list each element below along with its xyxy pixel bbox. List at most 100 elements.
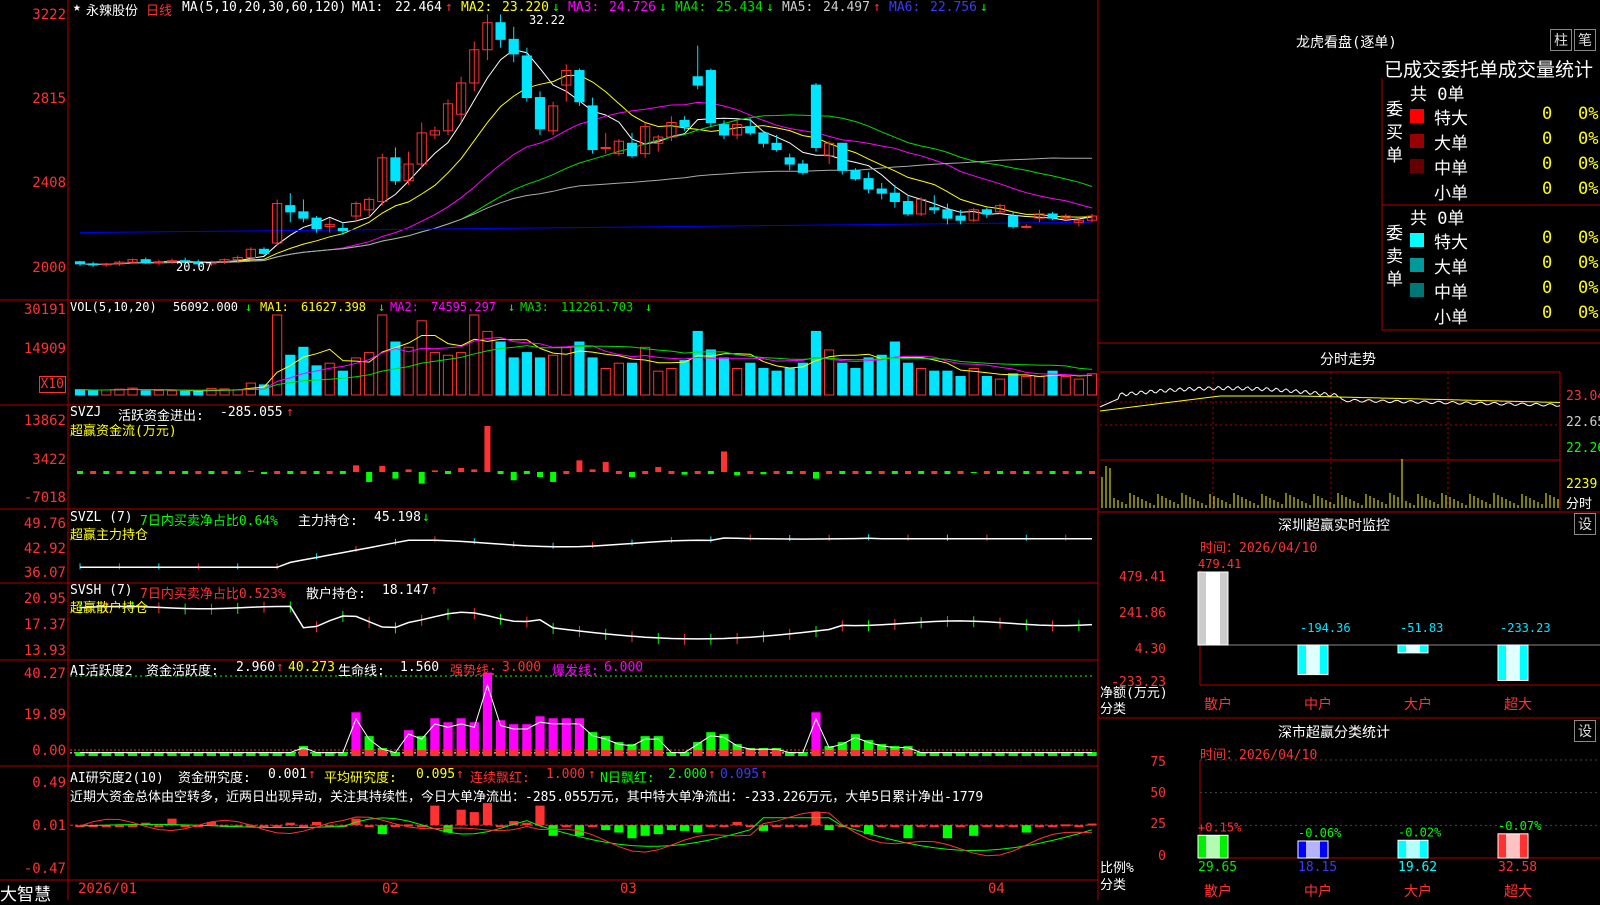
svzl-title: SVZL (7) — [70, 510, 133, 525]
buy-percent: 0% — [1578, 154, 1599, 174]
activity-base — [430, 750, 440, 756]
research-bar — [903, 825, 913, 839]
volume-bar — [298, 346, 309, 396]
svzl-subtitle: 超赢主力持仓 — [70, 528, 149, 543]
research-bar — [1034, 825, 1045, 828]
volume-bar — [902, 362, 914, 396]
stock-name[interactable]: 永辣股份 — [86, 0, 138, 19]
flow-dash — [182, 471, 189, 474]
flow-bar — [247, 470, 254, 472]
ai1-tick: 19.89 — [23, 707, 66, 723]
flow-bar — [484, 426, 491, 472]
activity-base — [745, 750, 755, 756]
volume-bar — [574, 341, 585, 396]
sell-percent: 0% — [1578, 278, 1599, 298]
candle-body — [337, 228, 348, 232]
volume-bar — [548, 354, 559, 396]
flow-dash — [129, 471, 136, 474]
candle-body — [508, 38, 519, 55]
ai2-arrow1: ↑ — [308, 767, 316, 782]
flow-dash — [1062, 471, 1069, 474]
favorite-star-icon[interactable]: ★ — [73, 0, 81, 15]
candle-body — [889, 192, 900, 202]
flow-dash — [891, 471, 898, 474]
vol-ma1-label: MA1: — [260, 300, 289, 314]
svsh-tick: 20.95 — [23, 591, 66, 607]
candle-body — [955, 215, 966, 221]
volume-bar — [429, 352, 440, 396]
right-panel-title: 龙虎看盘(逐单) — [1296, 35, 1397, 51]
candle-body — [285, 205, 296, 213]
tick-mode-button[interactable]: 笔 — [1574, 29, 1596, 51]
sz-class-settings-button[interactable]: 设 — [1574, 720, 1596, 742]
activity-base — [482, 750, 493, 756]
research-bar — [482, 803, 493, 826]
ma5-arrow: ↑ — [873, 0, 881, 15]
research-bar — [706, 825, 716, 828]
ai1-value3: 3.000 — [502, 660, 542, 675]
research-bar — [561, 825, 571, 828]
ai2-value1: 0.001 — [268, 767, 308, 782]
candle-body — [74, 261, 86, 265]
research-bar — [877, 825, 887, 828]
intraday-tick: 23.04 — [1566, 389, 1600, 404]
flow-dash — [707, 471, 714, 474]
vol-title: VOL(5,10,20) — [70, 300, 157, 314]
volume-bar — [640, 346, 651, 396]
class-category-label: 超大 — [1504, 884, 1532, 900]
class-delta-label: -0.07% — [1498, 819, 1542, 833]
activity-base — [771, 750, 782, 756]
ma1-line — [79, 49, 1093, 265]
volume-bar — [456, 352, 467, 396]
bar-mode-button[interactable]: 柱 — [1550, 29, 1572, 51]
research-bar — [982, 825, 992, 828]
volume-bar — [403, 346, 414, 396]
flow-dash — [221, 471, 228, 474]
flow-dash — [234, 471, 241, 474]
candle-body — [758, 132, 769, 144]
period-label[interactable]: 日线 — [146, 0, 172, 19]
svzj-arrow: ↑ — [286, 405, 294, 420]
buy-swatch — [1410, 159, 1424, 173]
ai1-tick: 40.27 — [23, 666, 66, 682]
svzj-title: SVZJ — [70, 405, 102, 420]
buy-total: 共 0单 — [1410, 85, 1465, 105]
candle-body — [311, 217, 322, 230]
ai1-value4: 6.000 — [604, 660, 644, 675]
flow-dash — [326, 471, 333, 474]
candle-body — [863, 178, 874, 190]
candle-body — [718, 124, 730, 136]
monitor-category-label: 散户 — [1204, 696, 1232, 713]
sell-row: 大单 0 0% — [1408, 253, 1600, 278]
svsh-arrow: ↑ — [430, 583, 438, 598]
ma4-line — [79, 114, 1093, 265]
ai1-title: AI活跃度2 — [70, 664, 133, 679]
class-value-label: 19.62 — [1398, 860, 1437, 875]
volume-bar — [74, 389, 86, 396]
sz-class-tick: 25 — [1150, 817, 1166, 832]
candle-body — [574, 70, 585, 103]
vol-ma2-line — [79, 336, 1093, 391]
activity-base — [758, 750, 769, 756]
research-bar — [377, 825, 387, 835]
volume-bar — [745, 362, 756, 396]
activity-base — [877, 750, 887, 756]
activity-base — [443, 750, 453, 756]
svzj-subtitle: 超赢资金流(万元) — [70, 424, 177, 439]
vol-ma3-line — [79, 345, 1093, 391]
flow-bar — [418, 472, 425, 484]
monitor-bar-label: -233.23 — [1500, 621, 1551, 635]
monitor-bar-highlight — [1506, 645, 1520, 681]
intraday-xlabel: 分时 — [1566, 497, 1593, 512]
svsh-label: 散户持仓: — [306, 587, 366, 602]
flow-bar — [405, 469, 412, 472]
candle-body — [902, 200, 914, 215]
sell-count: 0 — [1542, 278, 1553, 298]
candle-body — [876, 188, 887, 194]
volume-bar — [784, 368, 795, 396]
ai2-arrow2: ↑ — [456, 767, 464, 782]
monitor-bar-highlight — [1406, 645, 1420, 653]
sz-monitor-settings-button[interactable]: 设 — [1574, 513, 1596, 535]
sz-class-xlabel: 分类 — [1100, 878, 1127, 893]
x-date-tick: 02 — [382, 881, 399, 897]
